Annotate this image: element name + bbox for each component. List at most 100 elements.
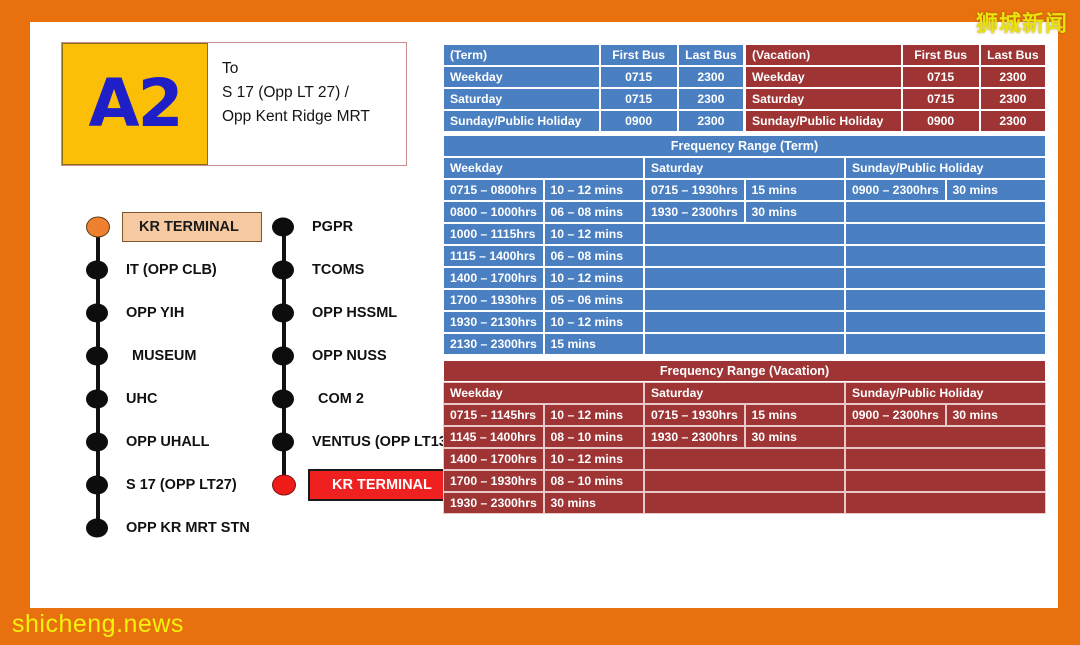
route-panel: A2 To S 17 (Opp LT 27) / Opp Kent Ridge … bbox=[44, 35, 456, 595]
vacation-title: (Vacation) bbox=[745, 44, 902, 66]
stop-dot-icon bbox=[86, 432, 108, 451]
stop-list-outbound: KR TERMINAL IT (OPP CLB) OPP YIH MUSEUM … bbox=[86, 205, 262, 549]
empty-cell bbox=[845, 492, 1046, 514]
term-title: (Term) bbox=[443, 44, 600, 66]
stop-dot-icon bbox=[272, 303, 294, 322]
stop-list-inbound: PGPR TCOMS OPP HSSML OPP NUSS COM 2 VENT… bbox=[272, 205, 456, 506]
list-item[interactable]: OPP NUSS bbox=[272, 334, 456, 377]
sunday-range: 0900 – 2300hrs bbox=[845, 179, 946, 201]
stop-dot-icon bbox=[86, 260, 108, 279]
weekday-freq: 08 – 10 mins bbox=[543, 470, 644, 492]
stop-dot-terminal-icon bbox=[86, 216, 110, 237]
stop-label: OPP KR MRT STN bbox=[126, 519, 250, 536]
list-item[interactable]: TCOMS bbox=[272, 248, 456, 291]
empty-cell bbox=[845, 267, 1046, 289]
saturday-freq: 15 mins bbox=[744, 404, 845, 426]
day-label: Saturday bbox=[745, 88, 902, 110]
route-number-badge: A2 bbox=[62, 43, 208, 165]
table-row: 2130 – 2300hrs 15 mins bbox=[443, 333, 1046, 355]
header-sunday: Sunday/Public Holiday bbox=[845, 382, 1046, 404]
stop-label: OPP NUSS bbox=[312, 347, 387, 364]
empty-cell bbox=[845, 333, 1046, 355]
weekday-freq: 10 – 12 mins bbox=[543, 267, 644, 289]
list-item[interactable]: UHC bbox=[86, 377, 262, 420]
stop-label: MUSEUM bbox=[132, 347, 197, 364]
weekday-range: 1145 – 1400hrs bbox=[443, 426, 544, 448]
weekday-range: 1700 – 1930hrs bbox=[443, 289, 544, 311]
table-header-row: (Term) First Bus Last Bus bbox=[443, 44, 744, 66]
table-row: Weekday 0715 2300 bbox=[443, 66, 744, 88]
list-item[interactable]: MUSEUM bbox=[86, 334, 262, 377]
last-bus-value: 2300 bbox=[677, 110, 744, 132]
weekday-freq: 30 mins bbox=[543, 492, 644, 514]
empty-cell bbox=[644, 267, 845, 289]
table-row: 1930 – 2300hrs 30 mins bbox=[443, 492, 1046, 514]
first-bus-value: 0715 bbox=[901, 88, 980, 110]
first-last-bus-vacation-table: (Vacation) First Bus Last Bus Weekday 07… bbox=[745, 44, 1046, 132]
list-item[interactable]: KR TERMINAL bbox=[272, 463, 456, 506]
weekday-range: 0715 – 1145hrs bbox=[443, 404, 544, 426]
weekday-range: 2130 – 2300hrs bbox=[443, 333, 544, 355]
empty-cell bbox=[644, 333, 845, 355]
list-item[interactable]: OPP YIH bbox=[86, 291, 262, 334]
weekday-freq: 05 – 06 mins bbox=[543, 289, 644, 311]
list-item[interactable]: OPP UHALL bbox=[86, 420, 262, 463]
empty-cell bbox=[845, 311, 1046, 333]
list-item[interactable]: S 17 (OPP LT27) bbox=[86, 463, 262, 506]
empty-cell bbox=[644, 448, 845, 470]
stop-label: S 17 (OPP LT27) bbox=[126, 476, 237, 493]
list-item[interactable]: PGPR bbox=[272, 205, 456, 248]
weekday-range: 0715 – 0800hrs bbox=[443, 179, 544, 201]
table-row: 0715 – 1145hrs 10 – 12 mins 0715 – 1930h… bbox=[443, 404, 1046, 426]
route-destination-line-1: S 17 (Opp LT 27) / bbox=[222, 84, 349, 102]
weekday-range: 1700 – 1930hrs bbox=[443, 470, 544, 492]
table-row: 0715 – 0800hrs 10 – 12 mins 0715 – 1930h… bbox=[443, 179, 1046, 201]
empty-cell bbox=[845, 470, 1046, 492]
stop-label: KR TERMINAL bbox=[308, 468, 456, 501]
empty-cell bbox=[644, 245, 845, 267]
weekday-range: 0800 – 1000hrs bbox=[443, 201, 544, 223]
empty-cell bbox=[644, 492, 845, 514]
list-item[interactable]: KR TERMINAL bbox=[86, 205, 262, 248]
last-bus-value: 2300 bbox=[677, 66, 744, 88]
table-row: 1145 – 1400hrs 08 – 10 mins 1930 – 2300h… bbox=[443, 426, 1046, 448]
day-label: Saturday bbox=[443, 88, 600, 110]
last-bus-value: 2300 bbox=[979, 66, 1046, 88]
saturday-range: 0715 – 1930hrs bbox=[644, 404, 745, 426]
table-row: Sunday/Public Holiday 0900 2300 bbox=[745, 110, 1046, 132]
saturday-range: 1930 – 2300hrs bbox=[644, 426, 745, 448]
weekday-range: 1400 – 1700hrs bbox=[443, 448, 544, 470]
stop-dot-icon bbox=[86, 518, 108, 537]
saturday-freq: 30 mins bbox=[744, 201, 845, 223]
weekday-freq: 10 – 12 mins bbox=[543, 311, 644, 333]
empty-cell bbox=[845, 223, 1046, 245]
list-item[interactable]: IT (OPP CLB) bbox=[86, 248, 262, 291]
weekday-range: 1115 – 1400hrs bbox=[443, 245, 544, 267]
table-row: 1400 – 1700hrs 10 – 12 mins bbox=[443, 448, 1046, 470]
day-label: Weekday bbox=[745, 66, 902, 88]
stop-label: IT (OPP CLB) bbox=[126, 261, 217, 278]
saturday-range: 0715 – 1930hrs bbox=[644, 179, 745, 201]
list-item[interactable]: OPP HSSML bbox=[272, 291, 456, 334]
route-destination: To S 17 (Opp LT 27) / Opp Kent Ridge MRT bbox=[208, 43, 406, 165]
list-item[interactable]: VENTUS (OPP LT13) bbox=[272, 420, 456, 463]
header-sunday: Sunday/Public Holiday bbox=[845, 157, 1046, 179]
stop-dot-icon bbox=[272, 432, 294, 451]
stop-label: UHC bbox=[126, 390, 158, 407]
header-weekday: Weekday bbox=[443, 382, 644, 404]
route-to-label: To bbox=[222, 60, 239, 77]
empty-cell bbox=[644, 470, 845, 492]
stop-label: COM 2 bbox=[318, 390, 364, 407]
table-row: 1700 – 1930hrs 08 – 10 mins bbox=[443, 470, 1046, 492]
list-item[interactable]: COM 2 bbox=[272, 377, 456, 420]
frequency-term-table: Frequency Range (Term) Weekday Saturday … bbox=[443, 135, 1046, 355]
last-bus-value: 2300 bbox=[979, 110, 1046, 132]
saturday-freq: 15 mins bbox=[744, 179, 845, 201]
first-bus-value: 0715 bbox=[901, 66, 980, 88]
table-header-row: Weekday Saturday Sunday/Public Holiday bbox=[443, 382, 1046, 404]
stop-dot-icon bbox=[86, 475, 108, 494]
first-last-bus-term-table: (Term) First Bus Last Bus Weekday 0715 2… bbox=[443, 44, 744, 132]
col-first-bus: First Bus bbox=[901, 44, 980, 66]
empty-cell bbox=[845, 201, 1046, 223]
list-item[interactable]: OPP KR MRT STN bbox=[86, 506, 262, 549]
